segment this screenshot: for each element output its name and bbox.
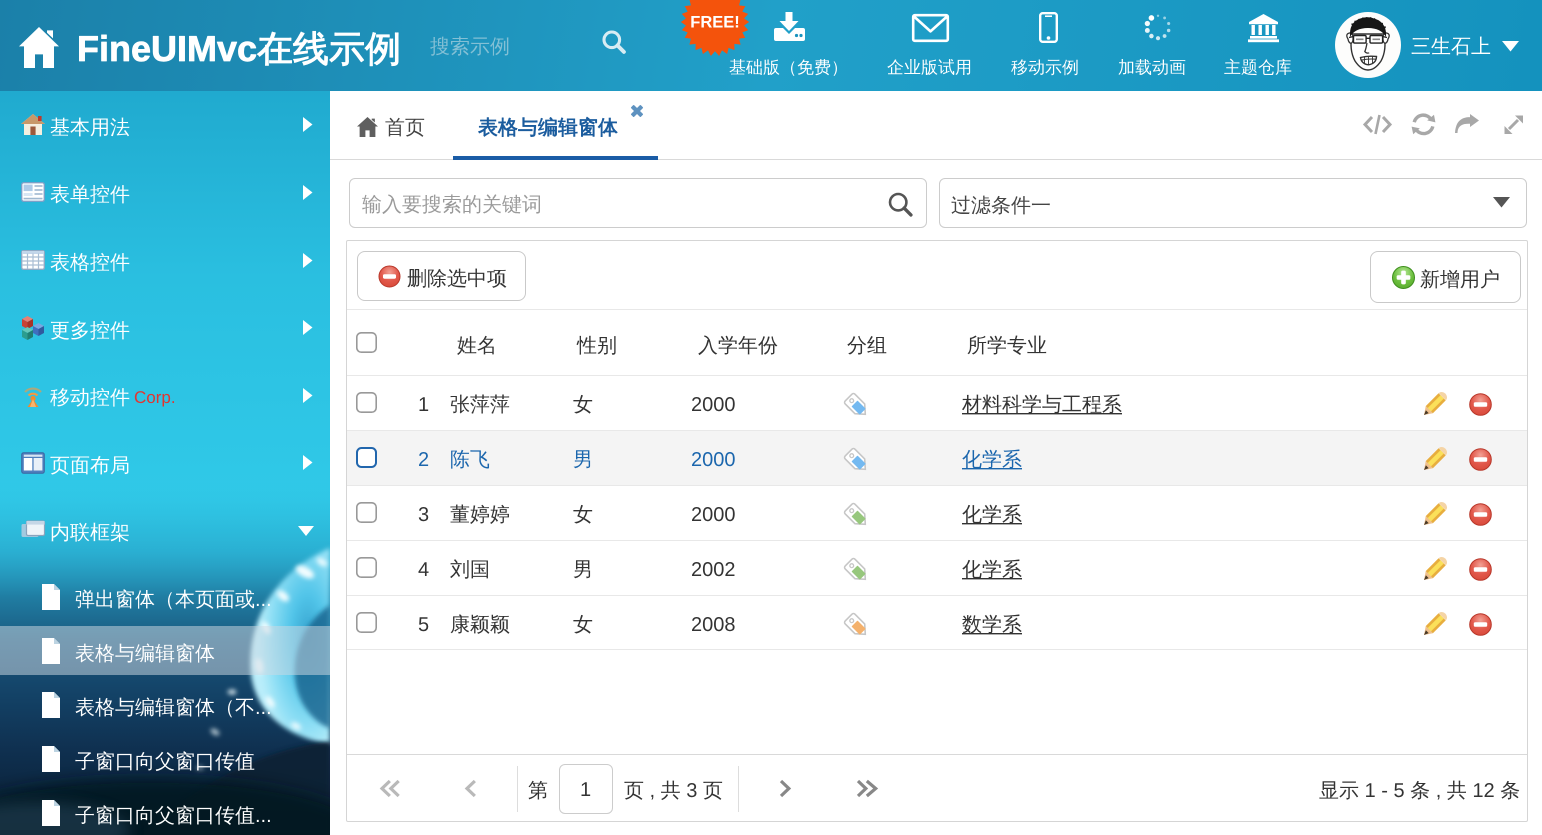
svg-text:FREE!: FREE! [690,14,740,32]
